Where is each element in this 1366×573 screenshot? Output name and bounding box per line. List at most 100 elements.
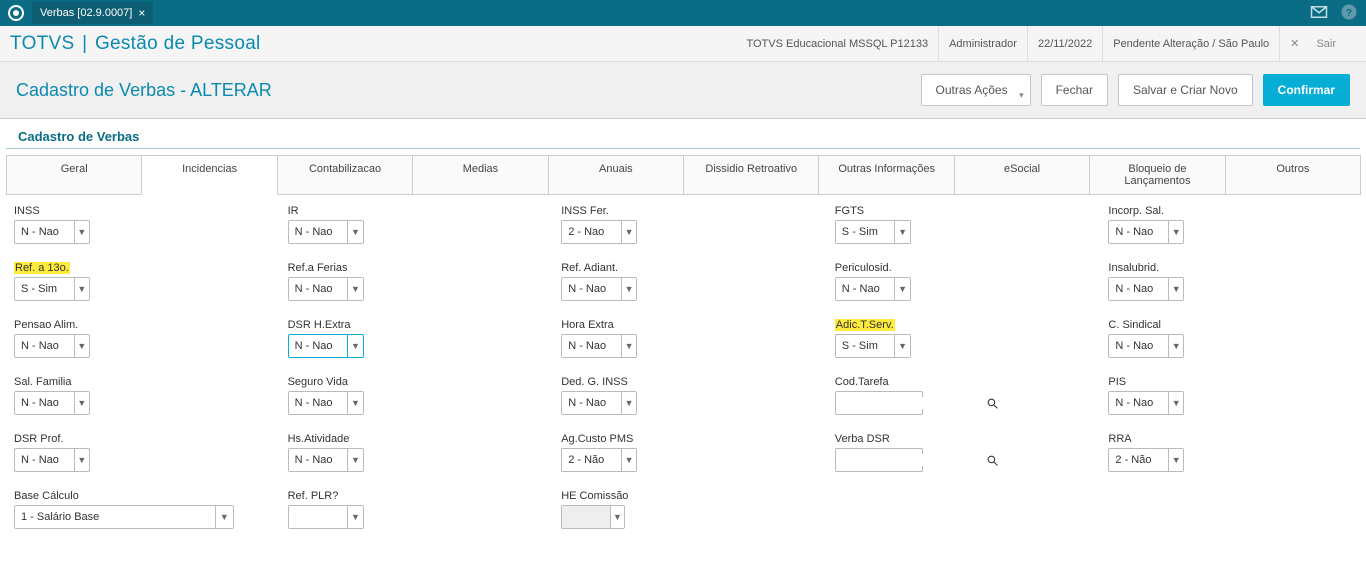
lookup-verba-dsr[interactable] bbox=[835, 448, 923, 472]
chevron-down-icon[interactable]: ▼ bbox=[347, 221, 362, 243]
tab-outras-informacoes[interactable]: Outras Informações bbox=[818, 155, 954, 195]
chevron-down-icon[interactable]: ▼ bbox=[74, 335, 89, 357]
combo-csind[interactable]: ▼ bbox=[1108, 334, 1184, 358]
input-hs-ativ[interactable] bbox=[289, 449, 348, 471]
combo-adic-tserv[interactable]: ▼ bbox=[835, 334, 911, 358]
input-seguro[interactable] bbox=[289, 392, 348, 414]
tab-outros[interactable]: Outros bbox=[1225, 155, 1361, 195]
tab-incidencias[interactable]: Incidencias bbox=[141, 155, 277, 195]
mail-icon[interactable] bbox=[1310, 3, 1328, 24]
combo-rra[interactable]: ▼ bbox=[1108, 448, 1184, 472]
input-rra[interactable] bbox=[1109, 449, 1168, 471]
input-dsr-hextra[interactable] bbox=[289, 335, 348, 357]
chevron-down-icon[interactable]: ▼ bbox=[74, 221, 89, 243]
chevron-down-icon[interactable]: ▼ bbox=[621, 335, 636, 357]
input-cod-tarefa[interactable] bbox=[836, 397, 986, 409]
input-ag-custo[interactable] bbox=[562, 449, 621, 471]
combo-ref13[interactable]: ▼ bbox=[14, 277, 90, 301]
tab-anuais[interactable]: Anuais bbox=[548, 155, 684, 195]
search-icon[interactable] bbox=[986, 454, 999, 467]
tab-dissidio[interactable]: Dissidio Retroativo bbox=[683, 155, 819, 195]
tab-medias[interactable]: Medias bbox=[412, 155, 548, 195]
combo-he-com[interactable]: ▼ bbox=[561, 505, 625, 529]
close-tab-icon[interactable]: × bbox=[138, 6, 145, 20]
combo-sal-fam[interactable]: ▼ bbox=[14, 391, 90, 415]
input-insalubrid[interactable] bbox=[1109, 278, 1168, 300]
chevron-down-icon[interactable]: ▼ bbox=[621, 278, 636, 300]
chevron-down-icon[interactable]: ▼ bbox=[1168, 221, 1183, 243]
search-icon[interactable] bbox=[986, 397, 999, 410]
input-incorp[interactable] bbox=[1109, 221, 1168, 243]
combo-dsr-hextra[interactable]: ▼ bbox=[288, 334, 364, 358]
input-inss-fer[interactable] bbox=[562, 221, 621, 243]
combo-ref-ferias[interactable]: ▼ bbox=[288, 277, 364, 301]
chevron-down-icon[interactable]: ▼ bbox=[74, 392, 89, 414]
input-verba-dsr[interactable] bbox=[836, 454, 986, 466]
window-tab[interactable]: Verbas [02.9.0007] × bbox=[32, 2, 153, 24]
chevron-down-icon[interactable]: ▼ bbox=[347, 449, 362, 471]
input-pis[interactable] bbox=[1109, 392, 1168, 414]
combo-pis[interactable]: ▼ bbox=[1108, 391, 1184, 415]
input-pensao[interactable] bbox=[15, 335, 74, 357]
combo-ir[interactable]: ▼ bbox=[288, 220, 364, 244]
input-adic-tserv[interactable] bbox=[836, 335, 895, 357]
chevron-down-icon[interactable]: ▼ bbox=[1168, 335, 1183, 357]
combo-base-calc[interactable]: ▼ bbox=[14, 505, 234, 529]
combo-fgts[interactable]: ▼ bbox=[835, 220, 911, 244]
fechar-button[interactable]: Fechar bbox=[1041, 74, 1108, 106]
chevron-down-icon[interactable]: ▼ bbox=[1168, 278, 1183, 300]
combo-dsr-prof[interactable]: ▼ bbox=[14, 448, 90, 472]
chevron-down-icon[interactable]: ▼ bbox=[1168, 392, 1183, 414]
salvar-criar-novo-button[interactable]: Salvar e Criar Novo bbox=[1118, 74, 1253, 106]
combo-hora-extra[interactable]: ▼ bbox=[561, 334, 637, 358]
tab-esocial[interactable]: eSocial bbox=[954, 155, 1090, 195]
tab-bloqueio[interactable]: Bloqueio de Lançamentos bbox=[1089, 155, 1225, 195]
chevron-down-icon[interactable]: ▼ bbox=[74, 449, 89, 471]
chevron-down-icon[interactable]: ▼ bbox=[894, 278, 909, 300]
chevron-down-icon[interactable]: ▼ bbox=[894, 335, 909, 357]
chevron-down-icon[interactable]: ▼ bbox=[347, 278, 362, 300]
input-ref-plr[interactable] bbox=[289, 506, 348, 528]
chevron-down-icon[interactable]: ▼ bbox=[347, 506, 362, 528]
tab-geral[interactable]: Geral bbox=[6, 155, 142, 195]
lookup-cod-tarefa[interactable] bbox=[835, 391, 923, 415]
combo-inss[interactable]: ▼ bbox=[14, 220, 90, 244]
input-ref13[interactable] bbox=[15, 278, 74, 300]
combo-incorp[interactable]: ▼ bbox=[1108, 220, 1184, 244]
input-inss[interactable] bbox=[15, 221, 74, 243]
combo-ref-adiant[interactable]: ▼ bbox=[561, 277, 637, 301]
exit-button[interactable]: ✕ Sair bbox=[1279, 26, 1356, 62]
input-ref-ferias[interactable] bbox=[289, 278, 348, 300]
input-hora-extra[interactable] bbox=[562, 335, 621, 357]
chevron-down-icon[interactable]: ▼ bbox=[894, 221, 909, 243]
help-icon[interactable]: ? bbox=[1340, 3, 1358, 24]
input-dsr-prof[interactable] bbox=[15, 449, 74, 471]
combo-ded-inss[interactable]: ▼ bbox=[561, 391, 637, 415]
chevron-down-icon[interactable]: ▼ bbox=[74, 278, 89, 300]
input-ir[interactable] bbox=[289, 221, 348, 243]
input-ref-adiant[interactable] bbox=[562, 278, 621, 300]
tab-contabilizacao[interactable]: Contabilizacao bbox=[277, 155, 413, 195]
combo-ref-plr[interactable]: ▼ bbox=[288, 505, 364, 529]
chevron-down-icon[interactable]: ▼ bbox=[610, 506, 625, 528]
input-sal-fam[interactable] bbox=[15, 392, 74, 414]
input-ded-inss[interactable] bbox=[562, 392, 621, 414]
chevron-down-icon[interactable]: ▼ bbox=[621, 392, 636, 414]
chevron-down-icon[interactable]: ▼ bbox=[215, 506, 233, 528]
chevron-down-icon[interactable]: ▼ bbox=[347, 335, 362, 357]
combo-pensao[interactable]: ▼ bbox=[14, 334, 90, 358]
combo-hs-ativ[interactable]: ▼ bbox=[288, 448, 364, 472]
input-base-calc[interactable] bbox=[15, 506, 215, 528]
input-periculosid[interactable] bbox=[836, 278, 895, 300]
combo-periculosid[interactable]: ▼ bbox=[835, 277, 911, 301]
chevron-down-icon[interactable]: ▼ bbox=[621, 221, 636, 243]
chevron-down-icon[interactable]: ▼ bbox=[347, 392, 362, 414]
input-csind[interactable] bbox=[1109, 335, 1168, 357]
combo-inss-fer[interactable]: ▼ bbox=[561, 220, 637, 244]
combo-insalubrid[interactable]: ▼ bbox=[1108, 277, 1184, 301]
chevron-down-icon[interactable]: ▼ bbox=[621, 449, 636, 471]
chevron-down-icon[interactable]: ▼ bbox=[1168, 449, 1183, 471]
outras-acoes-button[interactable]: Outras Ações bbox=[921, 74, 1031, 106]
combo-seguro[interactable]: ▼ bbox=[288, 391, 364, 415]
confirmar-button[interactable]: Confirmar bbox=[1263, 74, 1350, 106]
